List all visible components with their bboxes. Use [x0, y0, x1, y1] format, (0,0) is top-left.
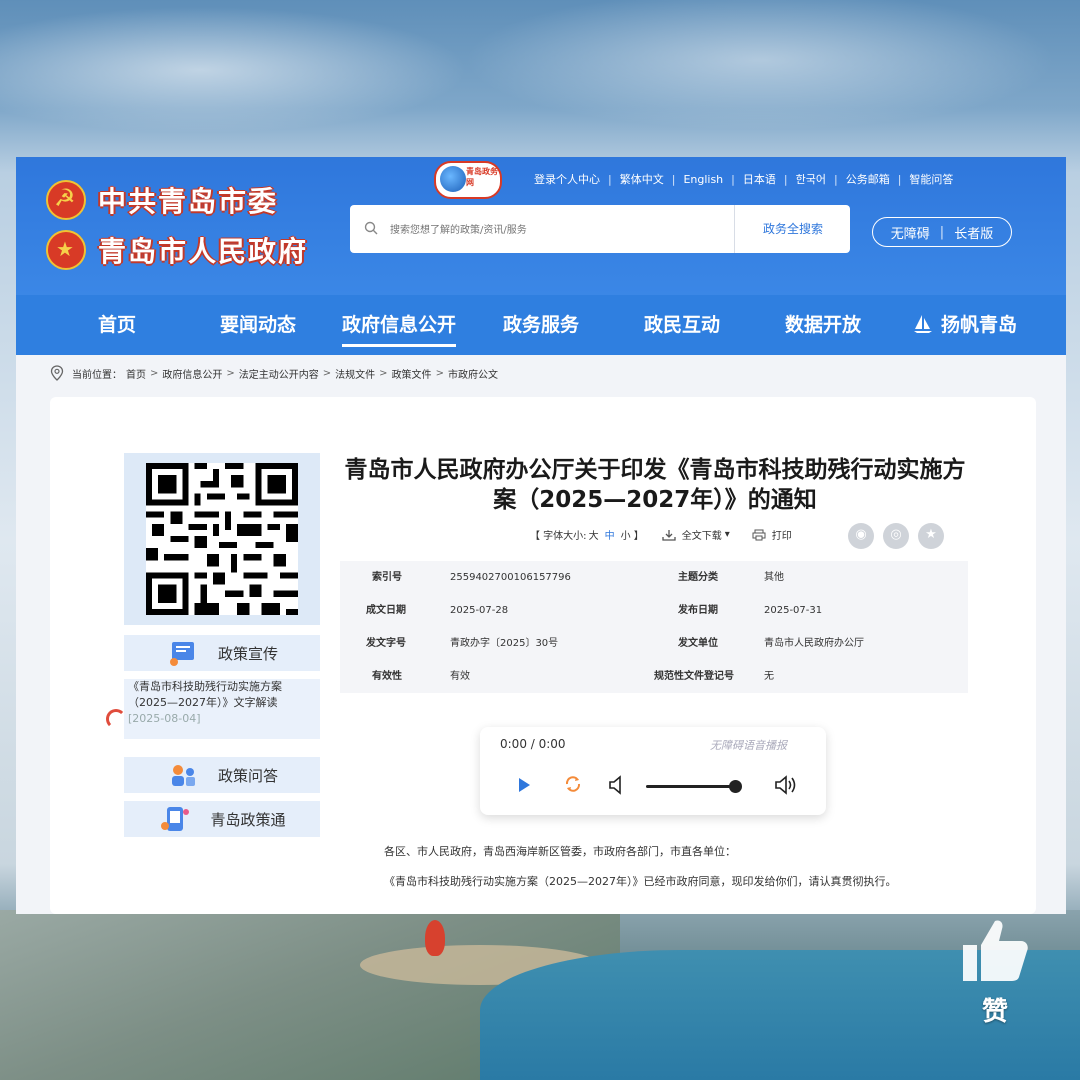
- article-body: 各区、市人民政府，青岛西海岸新区管委，市政府各部门，市直各单位： 《青岛市科技助…: [360, 837, 960, 897]
- site-header: 中共青岛市委 青岛市人民政府 青岛政务网 登录个人中心| 繁体中文| Engli…: [16, 157, 1066, 295]
- link-japanese[interactable]: 日本语: [743, 171, 776, 187]
- content-panel: 政策宣传 《青岛市科技助残行动实施方案（2025—2027年）》文字解读 [20…: [50, 397, 1036, 914]
- font-large[interactable]: 大: [589, 527, 599, 542]
- brand-gov-name: 青岛市人民政府: [98, 235, 309, 268]
- policy-promo-title: 政策宣传: [217, 644, 278, 663]
- policy-promo-icon: [169, 642, 194, 666]
- meta-issuer: 青岛市人民政府办公厅: [764, 638, 864, 649]
- meta-validity: 有效: [450, 671, 470, 682]
- download-icon: [662, 529, 676, 541]
- brand-party-name: 中共青岛市委: [98, 185, 279, 218]
- link-korean[interactable]: 한국어: [796, 171, 826, 187]
- elder-mode-button[interactable]: 长者版: [954, 223, 993, 242]
- download-button[interactable]: 全文下载 ▾: [662, 527, 730, 542]
- meta-publish-date: 2025-07-31: [764, 605, 823, 616]
- policy-service-card[interactable]: 青岛政策通: [124, 801, 320, 837]
- access-toggle: 无障碍 | 长者版: [872, 217, 1012, 247]
- link-mail[interactable]: 公务邮箱: [846, 171, 890, 187]
- nav-sail-qingdao[interactable]: 扬帆青岛: [913, 295, 1017, 355]
- crumb-city-docs[interactable]: 市政府公文: [448, 366, 498, 381]
- share-buttons: ◉ ◎ ★: [848, 523, 953, 549]
- audio-label: 无障碍语音播报: [710, 739, 787, 752]
- city-background: [0, 910, 1080, 1080]
- meta-topic: 其他: [764, 572, 784, 583]
- meta-doc-number: 青政办字〔2025〕30号: [450, 638, 559, 649]
- policy-qa-icon: [171, 765, 195, 786]
- crumb-regulations[interactable]: 法规文件: [335, 366, 375, 381]
- nav-interaction[interactable]: 政民互动: [644, 295, 720, 355]
- speaker-icon[interactable]: [608, 775, 626, 795]
- policy-service-title: 青岛政策通: [210, 810, 286, 829]
- nav-services[interactable]: 政务服务: [503, 295, 579, 355]
- nav-news[interactable]: 要闻动态: [220, 295, 296, 355]
- national-emblem-icon: [46, 230, 86, 270]
- meta-made-date: 2025-07-28: [450, 605, 509, 616]
- policy-qa-card[interactable]: 政策问答: [124, 757, 320, 793]
- crumb-home[interactable]: 首页: [126, 366, 146, 381]
- meta-index: 2559402700106157796: [450, 572, 571, 583]
- refresh-mark-icon: [106, 709, 126, 729]
- policy-qa-title: 政策问答: [217, 766, 278, 785]
- document-meta-table: 索引号 2559402700106157796 主题分类 其他 成文日期 202…: [340, 561, 968, 693]
- portal-logo[interactable]: 青岛政务网: [434, 161, 502, 199]
- link-traditional[interactable]: 繁体中文: [620, 171, 664, 187]
- audio-time: 0:00 / 0:00: [500, 737, 566, 751]
- search-input[interactable]: [388, 217, 722, 243]
- party-emblem-icon: [46, 180, 86, 220]
- globe-icon: [440, 166, 466, 192]
- loop-icon[interactable]: [562, 773, 584, 795]
- policy-promo-date: [2025-08-04]: [128, 712, 201, 725]
- link-english[interactable]: English: [683, 173, 723, 186]
- policy-service-icon: [161, 807, 190, 831]
- body-paragraph: 《青岛市科技助残行动实施方案（2025—2027年）》已经市政府同意，现印发给你…: [384, 875, 897, 888]
- printer-icon: [752, 529, 766, 540]
- body-salutation: 各区、市人民政府，青岛西海岸新区管委，市政府各部门，市直各单位：: [384, 845, 736, 858]
- search-bar: 政务全搜索: [350, 205, 850, 253]
- sky-background: [0, 0, 1080, 160]
- search-button[interactable]: 政务全搜索: [736, 205, 850, 253]
- webpage-screenshot: 中共青岛市委 青岛市人民政府 青岛政务网 登录个人中心| 繁体中文| Engli…: [16, 157, 1066, 914]
- main-nav: 首页 要闻动态 政府信息公开 政务服务 政民互动 数据开放 扬帆青岛: [16, 295, 1066, 355]
- link-login[interactable]: 登录个人中心: [534, 171, 600, 187]
- font-small[interactable]: 小 】: [621, 527, 644, 542]
- crumb-disclosure[interactable]: 政府信息公开: [162, 366, 222, 381]
- audio-player: 0:00 / 0:00 无障碍语音播报: [480, 727, 826, 815]
- volume-knob[interactable]: [729, 780, 742, 793]
- policy-promo-link[interactable]: 《青岛市科技助残行动实施方案（2025—2027年）》文字解读: [128, 679, 316, 711]
- article-title: 青岛市人民政府办公厅关于印发《青岛市科技助残行动实施方案（2025—2027年）…: [344, 457, 966, 513]
- search-icon: [364, 221, 378, 235]
- barrier-free-button[interactable]: 无障碍: [891, 223, 930, 242]
- like-button[interactable]: 赞: [955, 915, 1035, 1028]
- volume-up-icon[interactable]: [774, 775, 800, 795]
- link-smart-qa[interactable]: 智能问答: [909, 171, 953, 187]
- wechat-share-icon[interactable]: ◉: [848, 523, 874, 549]
- location-pin-icon: [50, 365, 64, 381]
- thumbs-up-icon: [963, 920, 1028, 981]
- print-button[interactable]: 打印: [752, 527, 792, 542]
- brand-block: 中共青岛市委 青岛市人民政府: [46, 175, 308, 275]
- policy-promo-card[interactable]: 政策宣传: [124, 635, 320, 671]
- nav-home[interactable]: 首页: [98, 295, 136, 355]
- crumb-policy-docs[interactable]: 政策文件: [392, 366, 432, 381]
- font-medium[interactable]: 中: [605, 527, 615, 542]
- weibo-share-icon[interactable]: ◎: [883, 523, 909, 549]
- article-tools: 【 字体大小: 大 中 小 】 全文下载 ▾ 打印: [530, 527, 792, 542]
- top-links: 登录个人中心 | 繁体中文 | English | 日本语 | 한국어 | 公务邮箱 | 智…: [534, 171, 954, 187]
- qr-code: [124, 453, 320, 625]
- favorite-star-icon[interactable]: ★: [918, 523, 944, 549]
- sail-icon: [914, 315, 932, 333]
- policy-promo-body: 《青岛市科技助残行动实施方案（2025—2027年）》文字解读 [2025-08…: [124, 679, 320, 739]
- volume-track[interactable]: [646, 785, 736, 788]
- play-icon[interactable]: [516, 777, 532, 793]
- breadcrumb: 当前位置： 首页 > 政府信息公开 > 法定主动公开内容 > 法规文件 > 政策文件 > …: [50, 365, 502, 381]
- nav-open-data[interactable]: 数据开放: [785, 295, 861, 355]
- meta-registration: 无: [764, 671, 774, 682]
- crumb-statutory[interactable]: 法定主动公开内容: [239, 366, 319, 381]
- nav-info-disclosure[interactable]: 政府信息公开: [342, 295, 457, 355]
